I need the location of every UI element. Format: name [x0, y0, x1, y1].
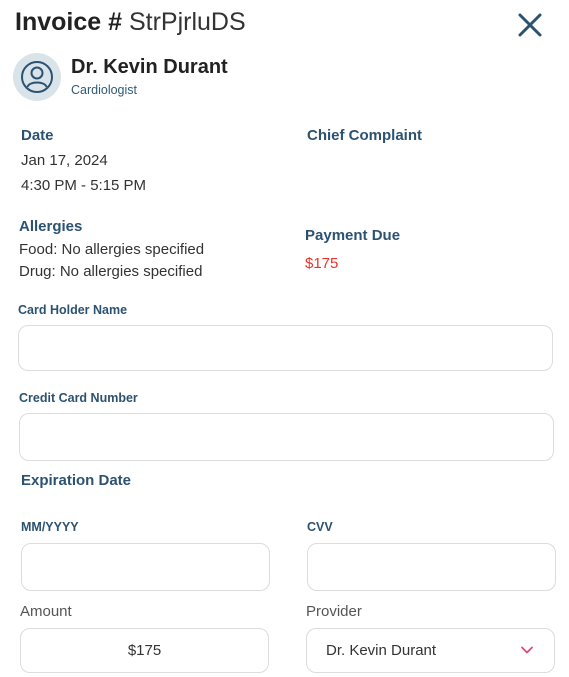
- doctor-specialty: Cardiologist: [71, 83, 138, 97]
- card-holder-input[interactable]: [18, 325, 553, 371]
- chief-complaint-label: Chief Complaint: [307, 127, 422, 144]
- expiration-date-label: Expiration Date: [21, 472, 132, 489]
- food-allergies: Food: No allergies specified: [19, 241, 205, 258]
- card-number-label: Credit Card Number: [19, 391, 138, 405]
- card-holder-label: Card Holder Name: [18, 303, 128, 317]
- mmyyyy-label: MM/YYYY: [21, 520, 79, 534]
- payment-due-label: Payment Due: [305, 227, 401, 244]
- invoice-title-prefix: Invoice #: [15, 8, 122, 36]
- date-label: Date: [21, 127, 54, 144]
- cvv-label: CVV: [307, 520, 333, 534]
- drug-allergies: Drug: No allergies specified: [19, 263, 203, 280]
- provider-select[interactable]: Dr. Kevin Durant: [306, 628, 555, 673]
- cvv-input[interactable]: [307, 543, 556, 591]
- provider-selected-value: Dr. Kevin Durant: [326, 642, 437, 659]
- card-number-input[interactable]: [19, 413, 554, 461]
- provider-label: Provider: [306, 603, 362, 620]
- expiration-input[interactable]: [21, 543, 270, 591]
- user-avatar-icon: [21, 61, 53, 93]
- doctor-name: Dr. Kevin Durant: [71, 56, 228, 78]
- invoice-title: Invoice # StrPjrluDS: [15, 8, 246, 37]
- amount-label: Amount: [20, 603, 72, 620]
- invoice-id: StrPjrluDS: [128, 8, 246, 36]
- amount-input[interactable]: [20, 628, 269, 673]
- payment-due-amount: $175: [305, 255, 339, 272]
- appointment-date: Jan 17, 2024: [21, 152, 108, 169]
- appointment-time: 4:30 PM - 5:15 PM: [21, 177, 147, 194]
- chevron-down-icon[interactable]: [520, 643, 534, 657]
- allergies-label: Allergies: [19, 218, 83, 235]
- doctor-avatar: [13, 53, 61, 101]
- close-icon[interactable]: [516, 11, 544, 39]
